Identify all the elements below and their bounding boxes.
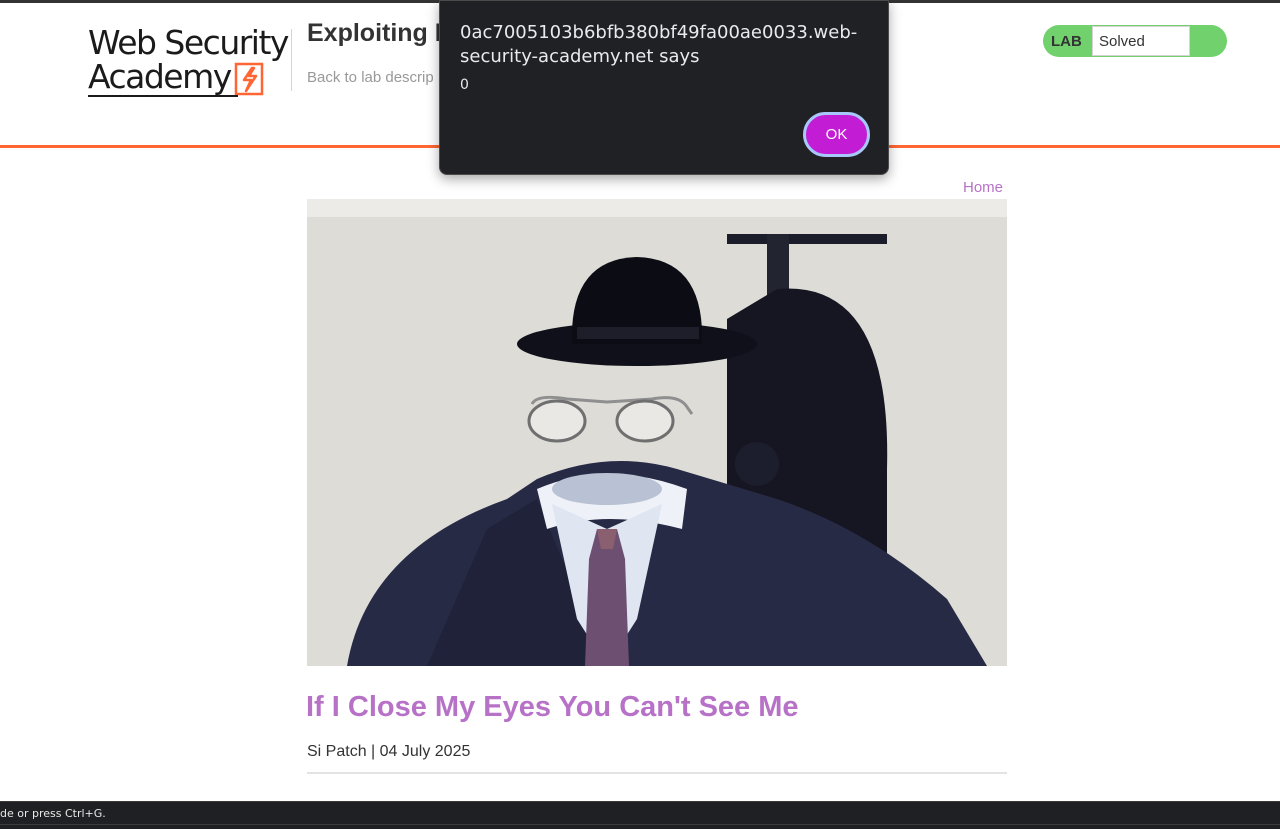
- ok-button[interactable]: OK: [803, 112, 870, 157]
- lab-status-label: LAB: [1051, 33, 1082, 50]
- lab-status-widget: LAB Solved: [1043, 25, 1227, 57]
- alert-dialog: 0ac7005103b6bfb380bf49fa00ae0033.web-sec…: [439, 0, 889, 175]
- back-to-lab-description-link[interactable]: Back to lab descrip: [307, 69, 434, 86]
- post-title: If I Close My Eyes You Can't See Me: [306, 691, 799, 723]
- devtools-bottom-bar: de or press Ctrl+G.: [0, 801, 1280, 829]
- lightning-icon: [234, 62, 264, 96]
- bottom-hint-text: de or press Ctrl+G.: [0, 807, 106, 820]
- web-security-academy-logo[interactable]: Web Security Academy: [88, 25, 293, 100]
- alert-dialog-message: 0: [460, 77, 469, 93]
- alert-dialog-origin: 0ac7005103b6bfb380bf49fa00ae0033.web-sec…: [460, 22, 858, 67]
- lab-status-value: Solved: [1099, 33, 1145, 50]
- post-author-date: Si Patch | 04 July 2025: [307, 743, 471, 760]
- logo-underline: [88, 95, 238, 97]
- logo-line2: Academy: [88, 57, 232, 96]
- header-divider: [291, 29, 292, 91]
- home-link[interactable]: Home: [963, 179, 1003, 196]
- logo-line1: Web Security: [88, 23, 289, 62]
- headless-suit-illustration: [307, 199, 1007, 666]
- lab-status-box: Solved: [1092, 26, 1190, 56]
- post-image: [307, 199, 1007, 666]
- post-divider: [307, 772, 1007, 774]
- bottom-bar-line: [0, 824, 1280, 825]
